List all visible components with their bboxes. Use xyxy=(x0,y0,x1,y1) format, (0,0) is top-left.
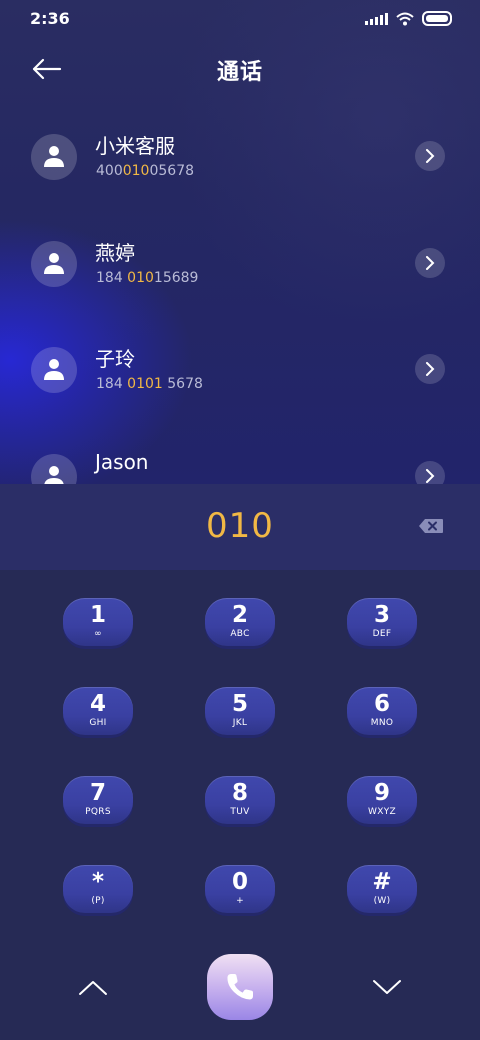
key-digit: 0 xyxy=(231,869,248,895)
dialed-number: 010 xyxy=(206,506,274,546)
key-letters: + xyxy=(236,896,244,906)
contact-detail-button[interactable] xyxy=(415,248,445,278)
key-2[interactable]: 2 ABC xyxy=(205,598,275,646)
key-digit: 9 xyxy=(373,780,390,806)
wifi-icon xyxy=(396,12,414,25)
contact-name: 燕婷 xyxy=(95,241,135,265)
key-digit: 7 xyxy=(89,780,106,806)
key-letters: PQRS xyxy=(85,807,111,817)
key-4[interactable]: 4 GHI xyxy=(63,687,133,735)
key-digit: 8 xyxy=(231,780,248,806)
chevron-down-icon[interactable] xyxy=(372,978,402,996)
contact-item[interactable]: Jason xyxy=(0,450,480,484)
key-0[interactable]: 0 + xyxy=(205,865,275,913)
phone-icon xyxy=(227,974,253,1000)
key-letters: (P) xyxy=(91,896,105,906)
chevron-right-icon xyxy=(426,362,435,376)
status-time: 2:36 xyxy=(30,9,70,28)
key-8[interactable]: 8 TUV xyxy=(205,776,275,824)
contact-detail-button[interactable] xyxy=(415,354,445,384)
contact-detail-button[interactable] xyxy=(415,141,445,171)
key-1[interactable]: 1 ∞ xyxy=(63,598,133,646)
header: 通话 xyxy=(0,46,480,94)
contact-name: 小米客服 xyxy=(95,134,175,158)
contact-avatar-icon xyxy=(31,134,77,180)
contact-avatar-icon xyxy=(31,347,77,393)
contact-avatar-icon xyxy=(31,241,77,287)
key-6[interactable]: 6 MNO xyxy=(347,687,417,735)
status-bar: 2:36 xyxy=(0,0,480,38)
contact-detail-button[interactable] xyxy=(415,461,445,484)
backspace-icon[interactable] xyxy=(418,518,444,534)
key-digit: 2 xyxy=(231,602,248,628)
contact-item[interactable]: 子玲 184 0101 5678 xyxy=(0,347,480,437)
key-letters: TUV xyxy=(230,807,250,817)
contact-number: 184 0101 5678 xyxy=(96,376,203,392)
key-letters: (W) xyxy=(373,896,391,906)
contact-number: 40001005678 xyxy=(96,163,195,179)
key-7[interactable]: 7 PQRS xyxy=(63,776,133,824)
contact-number: 184 01015689 xyxy=(96,270,199,286)
signal-icon xyxy=(365,12,388,25)
contact-avatar-icon xyxy=(31,454,77,484)
key-star[interactable]: * (P) xyxy=(63,865,133,913)
page-title: 通话 xyxy=(216,60,263,85)
dial-display: 010 xyxy=(0,484,480,570)
call-button[interactable] xyxy=(207,954,273,1020)
chevron-right-icon xyxy=(426,256,435,270)
key-letters: GHI xyxy=(89,718,107,728)
key-digit: 5 xyxy=(231,691,248,717)
chevron-right-icon xyxy=(426,469,435,483)
key-9[interactable]: 9 WXYZ xyxy=(347,776,417,824)
key-letters: MNO xyxy=(370,718,394,728)
contact-name: 子玲 xyxy=(95,347,135,371)
key-digit: 6 xyxy=(373,691,390,717)
key-digit: 4 xyxy=(89,691,106,717)
key-digit: 1 xyxy=(89,602,106,628)
battery-icon xyxy=(422,11,452,26)
key-digit: 3 xyxy=(373,602,390,628)
contacts-panel: 2:36 通话 小米客服 40001005678 燕婷 184 01015689… xyxy=(0,0,480,484)
contact-name: Jason xyxy=(95,450,149,474)
status-icons xyxy=(365,11,452,26)
chevron-right-icon xyxy=(426,149,435,163)
key-letters: WXYZ xyxy=(368,807,396,817)
key-hash[interactable]: # (W) xyxy=(347,865,417,913)
contact-item[interactable]: 小米客服 40001005678 xyxy=(0,134,480,224)
chevron-up-icon[interactable] xyxy=(78,978,108,996)
key-digit: # xyxy=(372,869,392,895)
key-5[interactable]: 5 JKL xyxy=(205,687,275,735)
key-3[interactable]: 3 DEF xyxy=(347,598,417,646)
contact-item[interactable]: 燕婷 184 01015689 xyxy=(0,241,480,331)
dialpad: 1 ∞ 2 ABC 3 DEF 4 GHI 5 JKL 6 MNO 7 PQRS… xyxy=(0,570,480,1040)
key-letters: ABC xyxy=(230,629,250,639)
voicemail-icon: ∞ xyxy=(94,629,102,639)
key-letters: JKL xyxy=(232,718,248,728)
key-digit: * xyxy=(91,869,105,895)
key-letters: DEF xyxy=(372,629,392,639)
